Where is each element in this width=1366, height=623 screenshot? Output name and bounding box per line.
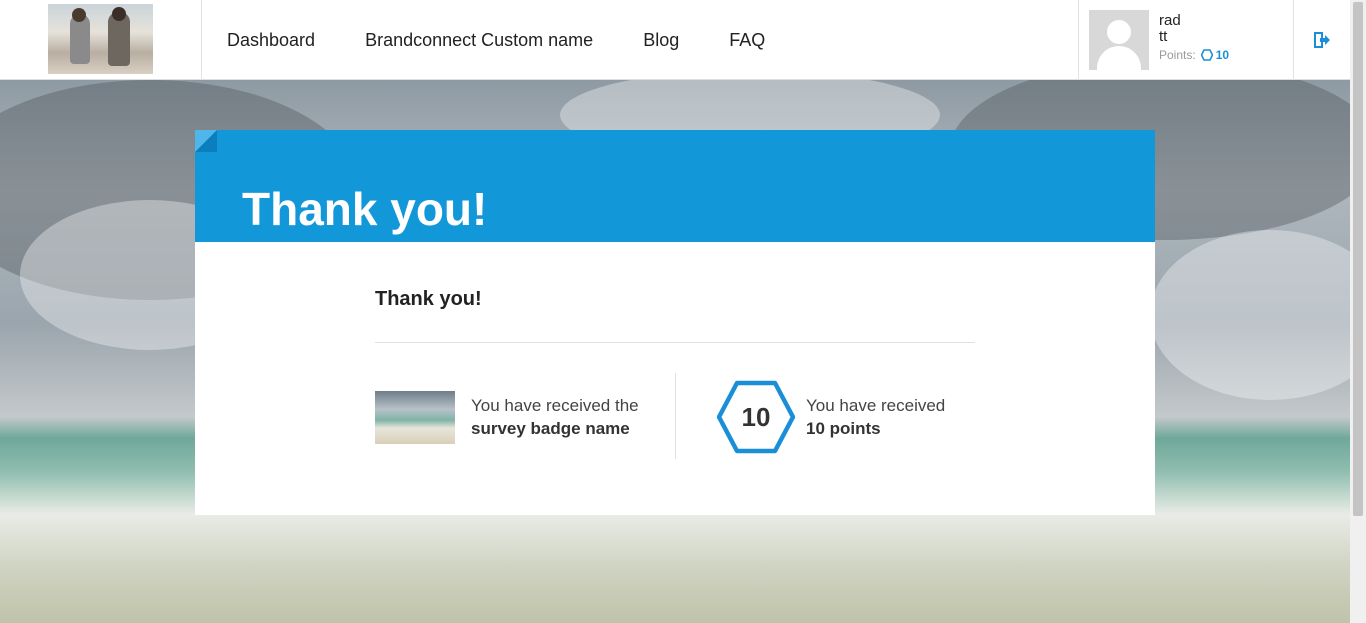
avatar-placeholder-icon[interactable] [1089,10,1149,70]
points-amount: 10 points [806,419,881,438]
scrollbar-thumb[interactable] [1353,2,1363,516]
nav-brandconnect[interactable]: Brandconnect Custom name [365,30,593,51]
banner-title: Thank you! [242,183,488,235]
nav-dashboard[interactable]: Dashboard [227,30,315,51]
logout-icon[interactable] [1311,30,1331,50]
thank-you-banner: Thank you! [195,130,1155,242]
points-message: You have received 10 points [806,394,945,440]
points-line1: You have received [806,396,946,415]
main-nav: Dashboard Brandconnect Custom name Blog … [202,0,790,80]
user-last-name: tt [1159,28,1168,45]
corner-fold-highlight [195,130,217,152]
divider [1293,0,1294,80]
user-points: Points: 10 [1159,48,1229,62]
vertical-scrollbar[interactable] [1350,0,1366,623]
badge-line1: You have received the [471,396,639,415]
brand-logo[interactable] [48,4,153,74]
user-panel[interactable]: rad tt Points: 10 [1079,0,1293,80]
points-value: 10 [1215,48,1230,62]
user-first-name: rad [1159,12,1181,29]
badge-name: survey badge name [471,419,630,438]
badge-message: You have received the survey badge name [471,394,639,440]
top-navbar: Dashboard Brandconnect Custom name Blog … [0,0,1350,80]
nav-blog[interactable]: Blog [643,30,679,51]
user-name: rad tt [1159,13,1181,45]
divider [375,342,975,343]
points-number: 10 [741,401,771,432]
hexagon-icon [1200,49,1213,61]
divider [675,373,676,459]
badge-image [375,391,455,444]
nav-faq[interactable]: FAQ [729,30,765,51]
thank-you-card: Thank you! You have received the survey … [195,242,1155,515]
card-subtitle: Thank you! [375,288,482,310]
points-label: Points: [1159,48,1196,62]
